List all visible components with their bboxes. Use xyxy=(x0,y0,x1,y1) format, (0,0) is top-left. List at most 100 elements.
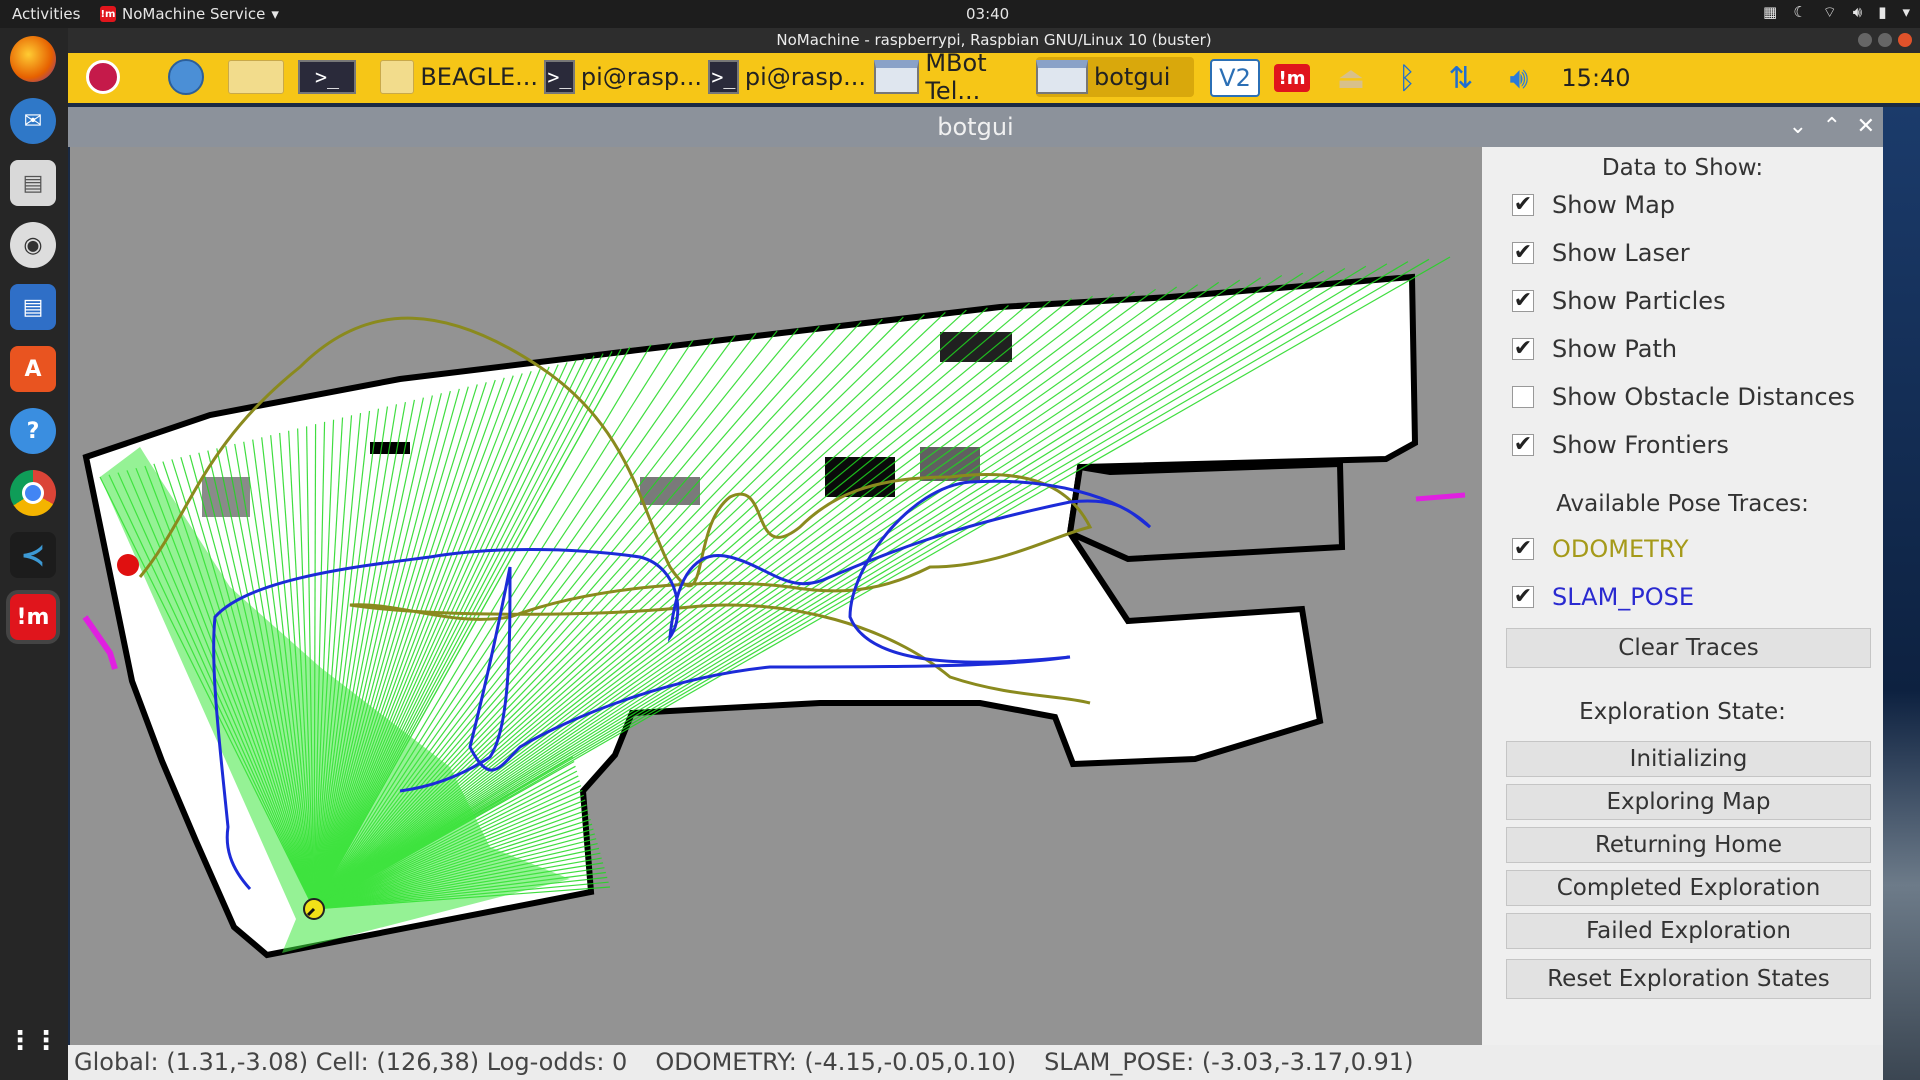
browser-icon[interactable] xyxy=(158,57,214,97)
checkbox-label: Show Laser xyxy=(1552,239,1690,267)
task-beagle[interactable]: BEAGLE... xyxy=(380,57,538,97)
thunderbird-icon[interactable]: ✉ xyxy=(10,98,56,144)
nomachine-icon[interactable]: !m xyxy=(10,594,56,640)
file-manager-icon[interactable] xyxy=(228,57,288,97)
writer-icon[interactable]: ▤ xyxy=(10,284,56,330)
terminal-icon[interactable]: >_ xyxy=(298,57,358,97)
battery-icon[interactable]: ▮ xyxy=(1878,3,1886,22)
trace-label: SLAM_POSE xyxy=(1552,583,1695,611)
bluetooth-icon[interactable]: ᛒ xyxy=(1386,59,1428,97)
show-path-checkbox[interactable]: ✔ Show Path xyxy=(1512,335,1677,363)
software-center-icon[interactable]: A xyxy=(10,346,56,392)
task-label: MBot Tel... xyxy=(925,53,987,105)
task-terminal-1[interactable]: >_ pi@rasp... xyxy=(544,57,702,97)
show-laser-checkbox[interactable]: ✔ Show Laser xyxy=(1512,239,1690,267)
network-icon[interactable]: ⇅ xyxy=(1440,59,1482,97)
slam-status: SLAM_POSE: (-3.03,-3.17,0.91) xyxy=(1044,1048,1414,1076)
nomachine-tray-icon[interactable]: !m xyxy=(1274,64,1310,92)
show-particles-checkbox[interactable]: ✔ Show Particles xyxy=(1512,287,1726,315)
home-marker xyxy=(117,554,139,576)
eject-icon[interactable]: ⏏ xyxy=(1330,59,1372,97)
raspbian-panel: >_ BEAGLE... >_ pi@rasp... >_ pi@rasp... M… xyxy=(68,53,1920,105)
botgui-title: botgui xyxy=(937,113,1014,141)
firefox-icon[interactable] xyxy=(10,36,56,82)
volume-icon[interactable]: 🔊︎ xyxy=(1853,3,1862,22)
reset-exploration-states-button[interactable]: Reset Exploration States xyxy=(1506,959,1871,999)
task-label: BEAGLE... xyxy=(420,63,538,91)
global-status: Global: (1.31,-3.08) Cell: (126,38) Log-… xyxy=(74,1048,628,1076)
desktop-background xyxy=(1883,107,1920,1080)
slam-pose-trace-checkbox[interactable]: ✔ SLAM_POSE xyxy=(1512,583,1694,611)
map-canvas[interactable] xyxy=(70,147,1482,1045)
map-obstacle xyxy=(202,477,250,517)
maximize-icon[interactable]: ⌃ xyxy=(1823,107,1841,147)
state-failed-exploration[interactable]: Failed Exploration xyxy=(1506,913,1871,949)
window-title: NoMachine - raspberrypi, Raspbian GNU/Li… xyxy=(776,31,1212,49)
checkbox-box[interactable]: ✔ xyxy=(1512,538,1534,560)
volume-icon[interactable]: 🔊︎ xyxy=(1498,59,1540,97)
chrome-icon[interactable] xyxy=(10,470,56,516)
task-label: pi@rasp... xyxy=(744,63,866,91)
checkbox-label: Show Path xyxy=(1552,335,1678,363)
state-initializing[interactable]: Initializing xyxy=(1506,741,1871,777)
dock: ✉ ▤ ◉ ▤ A ? ≺ !m ⋮⋮ xyxy=(0,28,68,1080)
control-panel: Data to Show: ✔ Show Map ✔ Show Laser ✔ Sho… xyxy=(1482,147,1883,1045)
keyboard-icon[interactable]: ▦ xyxy=(1763,3,1777,22)
exploration-state-header: Exploration State: xyxy=(1579,699,1786,725)
system-tray[interactable]: ▦ ☾ ⌔ 🔊︎ ▮ ▾ xyxy=(1763,3,1910,22)
checkbox-box[interactable] xyxy=(1512,386,1534,408)
activities-button[interactable]: Activities xyxy=(12,5,80,23)
state-completed-exploration[interactable]: Completed Exploration xyxy=(1506,870,1871,906)
show-map-checkbox[interactable]: ✔ Show Map xyxy=(1512,191,1675,219)
app-menu[interactable]: !m NoMachine Service ▾ xyxy=(100,5,279,23)
checkbox-box[interactable]: ✔ xyxy=(1512,290,1534,312)
task-botgui[interactable]: botgui xyxy=(1036,57,1194,97)
chevron-down-icon: ▾ xyxy=(271,5,279,23)
close-button[interactable] xyxy=(1898,33,1912,47)
rhythmbox-icon[interactable]: ◉ xyxy=(10,222,56,268)
terminal-icon: >_ xyxy=(708,60,739,94)
checkbox-label: Show Obstacle Distances xyxy=(1552,383,1855,411)
nomachine-icon: !m xyxy=(100,6,116,22)
checkbox-label: Show Map xyxy=(1552,191,1676,219)
minimize-button[interactable] xyxy=(1858,33,1872,47)
checkbox-box[interactable]: ✔ xyxy=(1512,586,1534,608)
top-clock[interactable]: 03:40 xyxy=(966,5,1009,23)
vnc-label: V2 xyxy=(1219,64,1251,92)
window-controls xyxy=(1858,33,1912,47)
slam-map[interactable] xyxy=(70,147,1482,1045)
odometry-trace-checkbox[interactable]: ✔ ODOMETRY xyxy=(1512,535,1689,563)
vnc-icon[interactable]: V2 xyxy=(1210,59,1260,97)
checkbox-label: Show Particles xyxy=(1552,287,1726,315)
show-obstacle-distances-checkbox[interactable]: Show Obstacle Distances xyxy=(1512,383,1855,411)
window-icon xyxy=(874,60,920,94)
panel-clock[interactable]: 15:40 xyxy=(1556,59,1636,97)
wifi-icon[interactable]: ⌔ xyxy=(1823,3,1837,22)
maximize-button[interactable] xyxy=(1878,33,1892,47)
window-icon xyxy=(1036,60,1088,94)
vscode-icon[interactable]: ≺ xyxy=(10,532,56,578)
checkbox-label: Show Frontiers xyxy=(1552,431,1729,459)
raspberry-menu-icon[interactable] xyxy=(76,57,130,97)
checkbox-box[interactable]: ✔ xyxy=(1512,434,1534,456)
checkbox-box[interactable]: ✔ xyxy=(1512,194,1534,216)
clear-traces-button[interactable]: Clear Traces xyxy=(1506,628,1871,668)
state-exploring-map[interactable]: Exploring Map xyxy=(1506,784,1871,820)
checkbox-box[interactable]: ✔ xyxy=(1512,338,1534,360)
night-light-icon[interactable]: ☾ xyxy=(1793,3,1806,22)
files-icon[interactable]: ▤ xyxy=(10,160,56,206)
help-icon[interactable]: ? xyxy=(10,408,56,454)
state-returning-home[interactable]: Returning Home xyxy=(1506,827,1871,863)
chevron-down-icon[interactable]: ▾ xyxy=(1902,3,1910,22)
folder-icon xyxy=(380,60,415,94)
show-frontiers-checkbox[interactable]: ✔ Show Frontiers xyxy=(1512,431,1729,459)
task-terminal-2[interactable]: >_ pi@rasp... xyxy=(708,57,866,97)
task-mbot-tel[interactable]: MBot Tel... xyxy=(874,53,1032,105)
checkbox-box[interactable]: ✔ xyxy=(1512,242,1534,264)
close-icon[interactable]: ✕ xyxy=(1857,107,1875,147)
remote-desktop: >_ BEAGLE... >_ pi@rasp... >_ pi@rasp... M… xyxy=(68,53,1920,1080)
minimize-icon[interactable]: ⌄ xyxy=(1789,107,1807,147)
task-label: botgui xyxy=(1094,63,1171,91)
show-apps-icon[interactable]: ⋮⋮ xyxy=(7,1018,59,1064)
nomachine-label: !m xyxy=(1278,67,1306,89)
